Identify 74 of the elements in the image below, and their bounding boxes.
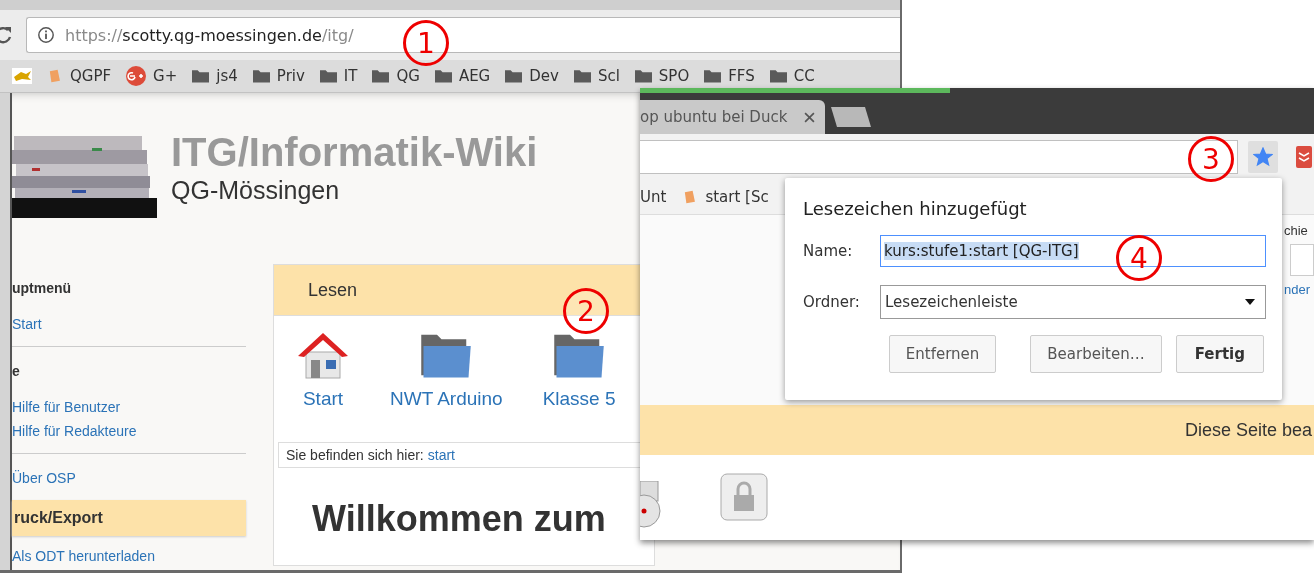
folder-icon [769, 69, 787, 83]
folder-icon [319, 69, 337, 83]
folder-icon [372, 69, 390, 83]
step-number-circle: 1 [403, 20, 449, 66]
site-subtitle: QG-Mössingen [171, 176, 341, 205]
tile-link[interactable]: Klasse 5 [542, 388, 616, 410]
house-icon[interactable] [296, 330, 350, 380]
url-host: scotty.qg-moessingen.de [122, 25, 322, 45]
breadcrumb-label: Sie befinden sich hier: [286, 447, 424, 463]
folder-icon [192, 69, 210, 83]
bookmark-item[interactable]: QGPF [46, 67, 112, 85]
google-plus-icon [126, 66, 147, 86]
folder-label: Ordner: [803, 293, 861, 311]
dialog-button[interactable]: Bearbeiten… [1030, 335, 1162, 373]
browser-tab[interactable]: op ubuntu bei Duck [640, 100, 825, 134]
folder-icon [252, 69, 270, 83]
tab-title: op ubuntu bei Duck [640, 108, 788, 126]
lock-icon[interactable] [720, 473, 768, 521]
sidebar-link[interactable]: Über OSP [12, 466, 246, 490]
sidebar-link[interactable]: Hilfe für Benutzer [12, 395, 246, 419]
reload-icon[interactable] [0, 25, 14, 45]
bookmark-item[interactable]: Unt [640, 188, 667, 206]
field-label: chie [1284, 223, 1309, 238]
bird-icon[interactable] [12, 68, 32, 84]
sidebar-link[interactable]: Hilfe für Redakteure [12, 419, 246, 443]
folder-icon [704, 69, 722, 83]
bookmark-item[interactable]: IT [319, 67, 358, 85]
breadcrumb-link[interactable]: start [427, 447, 455, 463]
bookmark-item[interactable]: js4 [192, 67, 238, 85]
site-title: ITG/Informatik-Wiki [171, 130, 538, 174]
dialog-button[interactable]: Fertig [1175, 335, 1264, 373]
caret-icon [1245, 299, 1255, 305]
tile-link[interactable]: NWT Arduino [390, 388, 503, 410]
step-number-circle: 3 [1188, 136, 1234, 182]
input-field[interactable] [1290, 244, 1314, 276]
link[interactable]: nder [1284, 282, 1313, 297]
card-title: Lesen [308, 279, 358, 301]
folder-dropdown[interactable]: Lesezeichenleiste [880, 285, 1266, 319]
sidebar-link[interactable]: Als ODT herunterladen [12, 544, 246, 568]
folder-icon [573, 69, 591, 83]
bookmark-item[interactable]: Priv [252, 67, 305, 85]
folder-icon [434, 69, 452, 83]
name-value: kurs:stufe1:start [QG-ITG] [884, 242, 1079, 260]
sidebar-section: ruck/Export [12, 500, 246, 536]
sidebar-link[interactable]: Start [12, 312, 246, 336]
url-scheme: https:// [65, 25, 123, 45]
bookmark-star-button[interactable] [1248, 141, 1278, 173]
bookmark-item[interactable]: Dev [505, 67, 559, 85]
new-tab-button[interactable] [829, 106, 873, 128]
extension-icon[interactable] [1296, 146, 1312, 168]
bookmark-item[interactable]: QG [372, 67, 420, 85]
folder-icon [505, 69, 523, 83]
disc-icon[interactable] [640, 481, 664, 531]
bookmark-item[interactable]: start [Sc [681, 188, 769, 206]
page-heading: Willkommen zum [312, 498, 607, 540]
folder-icon [634, 69, 652, 83]
sidebar-heading: uptmenü [12, 280, 73, 296]
bookmark-item[interactable]: SPO [634, 67, 690, 85]
url-path: /itg/ [321, 25, 354, 45]
bookmark-item[interactable]: FFS [704, 67, 755, 85]
bookmark-item[interactable]: G+ [126, 66, 178, 86]
info-icon [37, 26, 55, 44]
bookmark-item[interactable]: CC [769, 67, 815, 85]
bookmark-item[interactable]: AEG [434, 67, 491, 85]
sidebar-heading: e [12, 363, 21, 379]
step-number-circle: 4 [1116, 235, 1162, 281]
dialog-button[interactable]: Entfernen [888, 335, 997, 373]
dialog-title: Lesezeichen hinzugefügt [803, 198, 1028, 219]
banner-text: Diese Seite bea [1184, 419, 1312, 441]
tile-link[interactable]: Start [302, 388, 344, 410]
step-number-circle: 2 [563, 288, 609, 334]
bookmark-item[interactable]: Scl [573, 67, 620, 85]
close-icon[interactable] [804, 111, 815, 123]
name-label: Name: [803, 242, 854, 260]
